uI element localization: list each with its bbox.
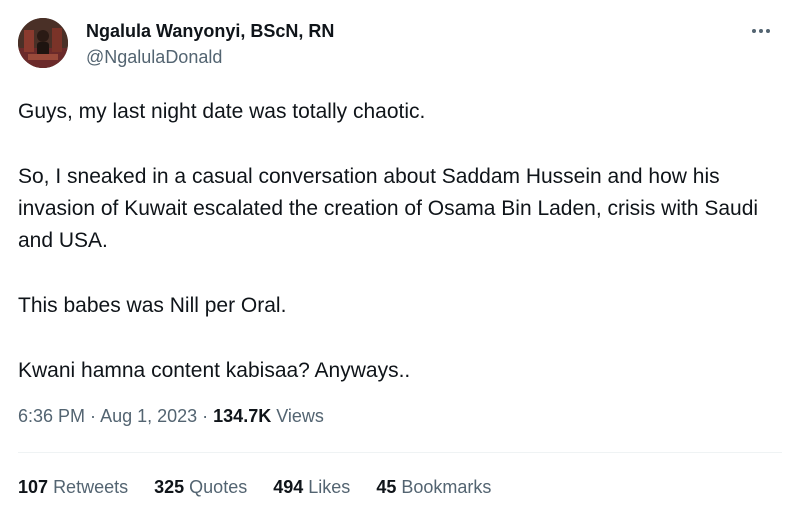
quotes-stat[interactable]: 325 Quotes — [154, 474, 247, 500]
views-count: 134.7K — [213, 406, 272, 426]
author-info: Ngalula Wanyonyi, BScN, RN @NgalulaDonal… — [86, 20, 334, 68]
divider — [18, 452, 782, 453]
retweets-label: Retweets — [53, 477, 129, 497]
tweet-paragraph: Kwani hamna content kabisaa? Anyways.. — [18, 359, 411, 382]
meta-separator: · — [85, 406, 101, 426]
retweets-stat[interactable]: 107 Retweets — [18, 474, 128, 500]
tweet-paragraph: Guys, my last night date was totally cha… — [18, 100, 426, 123]
likes-label: Likes — [308, 477, 351, 497]
tweet-text: Guys, my last night date was totally cha… — [18, 96, 788, 387]
user-handle[interactable]: @NgalulaDonald — [86, 46, 334, 68]
bookmarks-count: 45 — [376, 477, 397, 497]
tweet-date[interactable]: Aug 1, 2023 — [100, 406, 197, 426]
tweet-paragraph: So, I sneaked in a casual conversation a… — [18, 165, 759, 252]
tweet-metadata: 6:36 PM · Aug 1, 2023 · 134.7K Views — [18, 403, 324, 429]
quotes-label: Quotes — [189, 477, 248, 497]
views-label: Views — [271, 406, 324, 426]
more-horizontal-icon[interactable] — [746, 20, 776, 42]
tweet-time[interactable]: 6:36 PM — [18, 406, 85, 426]
meta-separator: · — [197, 406, 214, 426]
bookmarks-label: Bookmarks — [401, 477, 492, 497]
likes-count: 494 — [273, 477, 304, 497]
engagement-stats: 107 Retweets 325 Quotes 494 Likes 45 Boo… — [18, 474, 491, 500]
avatar[interactable] — [18, 18, 68, 68]
retweets-count: 107 — [18, 477, 49, 497]
display-name[interactable]: Ngalula Wanyonyi, BScN, RN — [86, 20, 334, 42]
tweet: Ngalula Wanyonyi, BScN, RN @NgalulaDonal… — [0, 0, 800, 515]
quotes-count: 325 — [154, 477, 185, 497]
tweet-paragraph: This babes was Nill per Oral. — [18, 294, 287, 317]
bookmarks-stat[interactable]: 45 Bookmarks — [376, 474, 491, 500]
likes-stat[interactable]: 494 Likes — [273, 474, 350, 500]
